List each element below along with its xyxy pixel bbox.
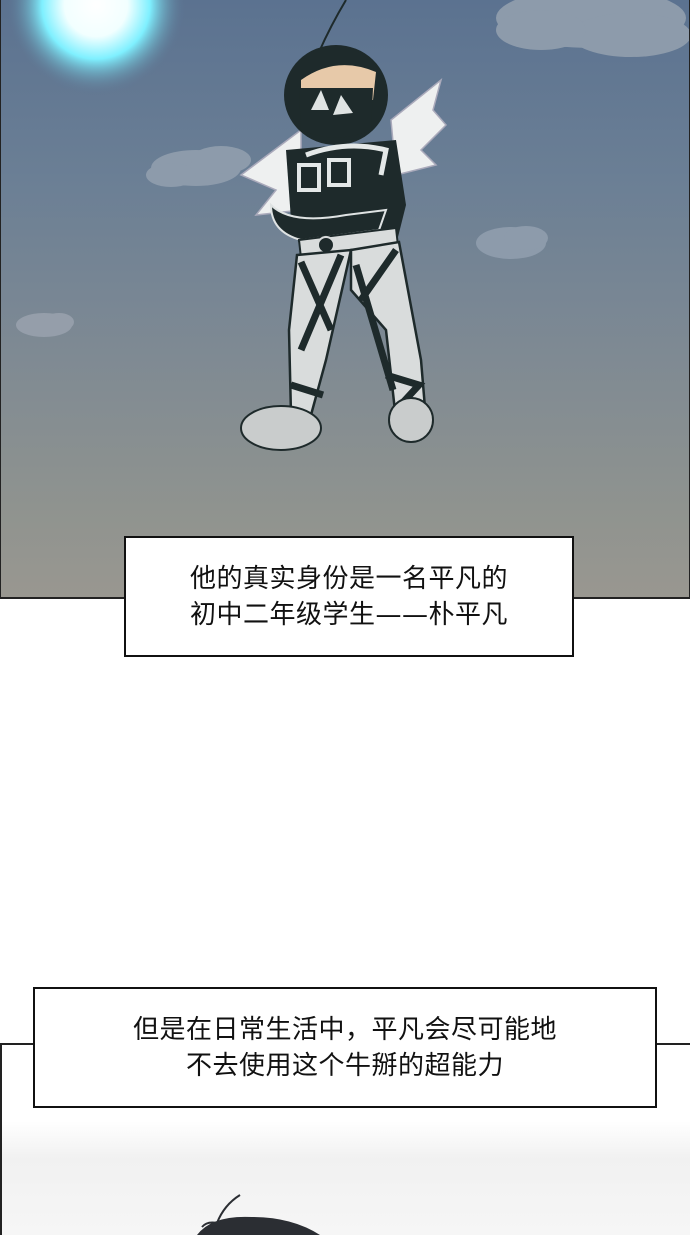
cloud: [16, 313, 74, 337]
cloud: [476, 226, 548, 259]
cloud: [496, 0, 689, 57]
caption-box-daily-life: 但是在日常生活中，平凡会尽可能地 不去使用这个牛掰的超能力: [33, 987, 657, 1108]
character-head-top: [197, 1194, 320, 1235]
caption-line: 初中二年级学生——朴平凡: [189, 599, 508, 630]
sun: [6, 0, 186, 95]
masked-hero: [239, 0, 448, 451]
cloud: [146, 146, 251, 187]
sky-illustration: [6, 0, 689, 451]
caption-box-identity: 他的真实身份是一名平凡的 初中二年级学生——朴平凡: [124, 536, 574, 657]
caption-line: 不去使用这个牛掰的超能力: [185, 1050, 504, 1081]
caption-line: 但是在日常生活中，平凡会尽可能地: [132, 1014, 557, 1045]
caption-line: 他的真实身份是一名平凡的: [189, 563, 508, 594]
sky-panel: [0, 0, 690, 599]
